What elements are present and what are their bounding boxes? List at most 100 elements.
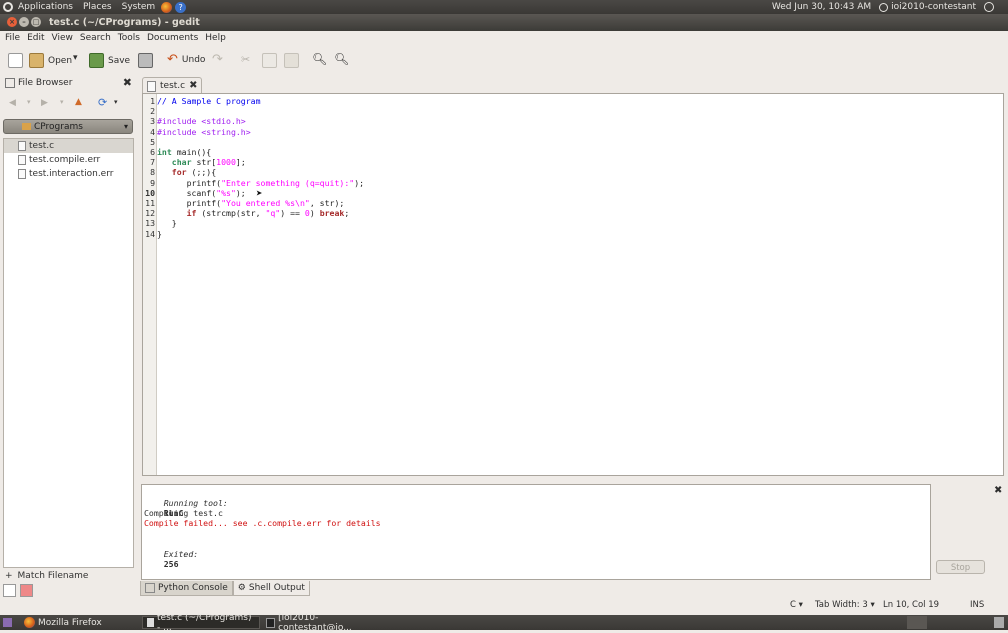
line-number: 2: [150, 106, 155, 117]
minimize-window-button[interactable]: –: [19, 17, 29, 27]
menu-file[interactable]: File: [5, 33, 20, 43]
expander-plus-icon: +: [5, 571, 13, 581]
shell-output[interactable]: Running tool: RunC Compiling test.c Comp…: [141, 484, 931, 580]
code-line[interactable]: printf("You entered %s\n", str);: [157, 198, 345, 208]
maximize-window-button[interactable]: □: [31, 17, 41, 27]
code-editor[interactable]: 1 2 3 4 5 6 7 8 9 10 11 12 13 14 // A Sample C progra…: [142, 93, 1004, 476]
applications-menu[interactable]: Applications: [18, 2, 73, 12]
code-line[interactable]: [157, 137, 162, 147]
line-number: 14: [145, 228, 155, 239]
menu-help[interactable]: Help: [205, 33, 226, 43]
undo-label: Undo: [181, 54, 206, 65]
show-desktop-icon[interactable]: [3, 618, 12, 627]
menu-documents[interactable]: Documents: [147, 33, 198, 43]
code-line[interactable]: [157, 106, 162, 116]
places-menu[interactable]: Places: [83, 2, 112, 12]
close-tab-icon[interactable]: ✖: [189, 81, 197, 91]
menu-search[interactable]: Search: [80, 33, 111, 43]
stop-button[interactable]: Stop: [936, 560, 985, 574]
code-line[interactable]: #include <string.h>: [157, 127, 251, 137]
tab-label: test.c: [160, 81, 186, 91]
filter-chevron-icon[interactable]: ▾: [114, 98, 118, 106]
firefox-launcher-icon[interactable]: [161, 1, 173, 13]
code-line[interactable]: // A Sample C program: [157, 96, 261, 106]
list-item[interactable]: test.compile.err: [4, 153, 133, 167]
close-side-panel-icon[interactable]: ✖: [123, 76, 132, 89]
cut-button[interactable]: ✂: [241, 53, 250, 66]
open-button[interactable]: Open: [29, 53, 72, 68]
find-replace-button[interactable]: 🔍︎: [334, 53, 349, 66]
running-label: Running tool:: [163, 498, 228, 508]
tab-shell-output[interactable]: ⚙ Shell Output: [232, 581, 310, 596]
code-line[interactable]: #include <stdio.h>: [157, 116, 246, 126]
back-icon[interactable]: ◀: [9, 98, 16, 108]
system-menu[interactable]: System: [122, 2, 156, 12]
up-folder-icon[interactable]: ▲: [75, 97, 82, 107]
folder-selector[interactable]: CPrograms ▾: [3, 119, 133, 134]
file-icon: [147, 80, 156, 92]
help-icon[interactable]: ?: [175, 1, 187, 13]
back-history-chevron-icon[interactable]: ▾: [27, 98, 31, 106]
new-document-icon: [8, 53, 23, 68]
new-button[interactable]: [8, 53, 23, 68]
side-panel-header: File Browser ✖: [0, 76, 137, 90]
chevron-down-icon: ▾: [123, 122, 128, 131]
code-line[interactable]: int main(){: [157, 147, 211, 157]
menu-edit[interactable]: Edit: [27, 33, 44, 43]
document-tab-bar: test.c ✖: [140, 76, 1008, 94]
close-window-button[interactable]: ×: [7, 17, 17, 27]
code-line[interactable]: }: [157, 229, 162, 239]
tab-python-console[interactable]: Python Console: [140, 581, 233, 596]
folder-icon: [22, 123, 31, 130]
tab-test-c[interactable]: test.c ✖: [142, 77, 203, 94]
code-line[interactable]: }: [157, 218, 177, 228]
bottom-panel-tabs: Python Console ⚙ Shell Output: [140, 581, 440, 597]
code-line[interactable]: for (;;){: [157, 167, 216, 177]
user-name: ioi2010-contestant: [891, 2, 976, 12]
redo-button[interactable]: ↷: [212, 53, 223, 66]
paste-icon: [284, 53, 299, 68]
trash-icon[interactable]: [994, 617, 1004, 628]
power-icon[interactable]: [984, 2, 994, 12]
file-icon: [18, 169, 26, 179]
task-terminal[interactable]: [ioi2010-contestant@io...: [262, 613, 384, 633]
code-line[interactable]: scanf("%s");: [157, 188, 246, 198]
find-button[interactable]: 🔍︎: [312, 53, 327, 66]
ubuntu-logo-icon[interactable]: [3, 2, 13, 12]
line-number: 9: [150, 177, 155, 188]
menu-tools[interactable]: Tools: [118, 33, 140, 43]
language-selector[interactable]: C ▾: [790, 600, 803, 610]
user-menu[interactable]: ioi2010-contestant: [879, 2, 976, 12]
line-number: 5: [150, 136, 155, 147]
mouse-pointer-icon: ➤: [256, 187, 263, 200]
line-number: 7: [150, 157, 155, 168]
documents-tab-icon[interactable]: [20, 584, 33, 597]
copy-button[interactable]: [262, 53, 277, 68]
close-bottom-panel-icon[interactable]: ✖: [994, 485, 1002, 496]
match-filename-expander[interactable]: + Match Filename: [3, 570, 134, 582]
workspace-switcher[interactable]: [907, 616, 927, 629]
save-button[interactable]: Save: [89, 53, 130, 68]
refresh-icon[interactable]: ⟳: [98, 96, 107, 109]
code-line[interactable]: char str[1000];: [157, 157, 246, 167]
forward-icon[interactable]: ▶: [41, 98, 48, 108]
search-icon: 🔍︎: [312, 52, 328, 66]
clock[interactable]: Wed Jun 30, 10:43 AM: [772, 2, 871, 12]
file-browser-tab-icon[interactable]: [3, 584, 16, 597]
print-button[interactable]: [138, 53, 153, 68]
line-number: 4: [150, 126, 155, 137]
file-name: test.compile.err: [29, 155, 101, 165]
menu-view[interactable]: View: [52, 33, 73, 43]
list-item[interactable]: test.interaction.err: [4, 167, 133, 181]
task-gedit[interactable]: test.c (~/CPrograms) - ...: [142, 613, 260, 633]
undo-icon: ↶: [167, 52, 178, 67]
language-value: C: [790, 600, 796, 610]
task-firefox[interactable]: Mozilla Firefox: [20, 616, 140, 629]
open-recent-dropdown[interactable]: ▾: [73, 53, 78, 63]
forward-history-chevron-icon[interactable]: ▾: [60, 98, 64, 106]
list-item[interactable]: test.c: [4, 139, 133, 153]
code-line[interactable]: if (strcmp(str, "q") == 0) break;: [157, 208, 350, 218]
undo-button[interactable]: ↶ Undo: [167, 53, 205, 66]
tab-width-selector[interactable]: Tab Width: 3 ▾: [815, 600, 875, 610]
paste-button[interactable]: [284, 53, 299, 68]
